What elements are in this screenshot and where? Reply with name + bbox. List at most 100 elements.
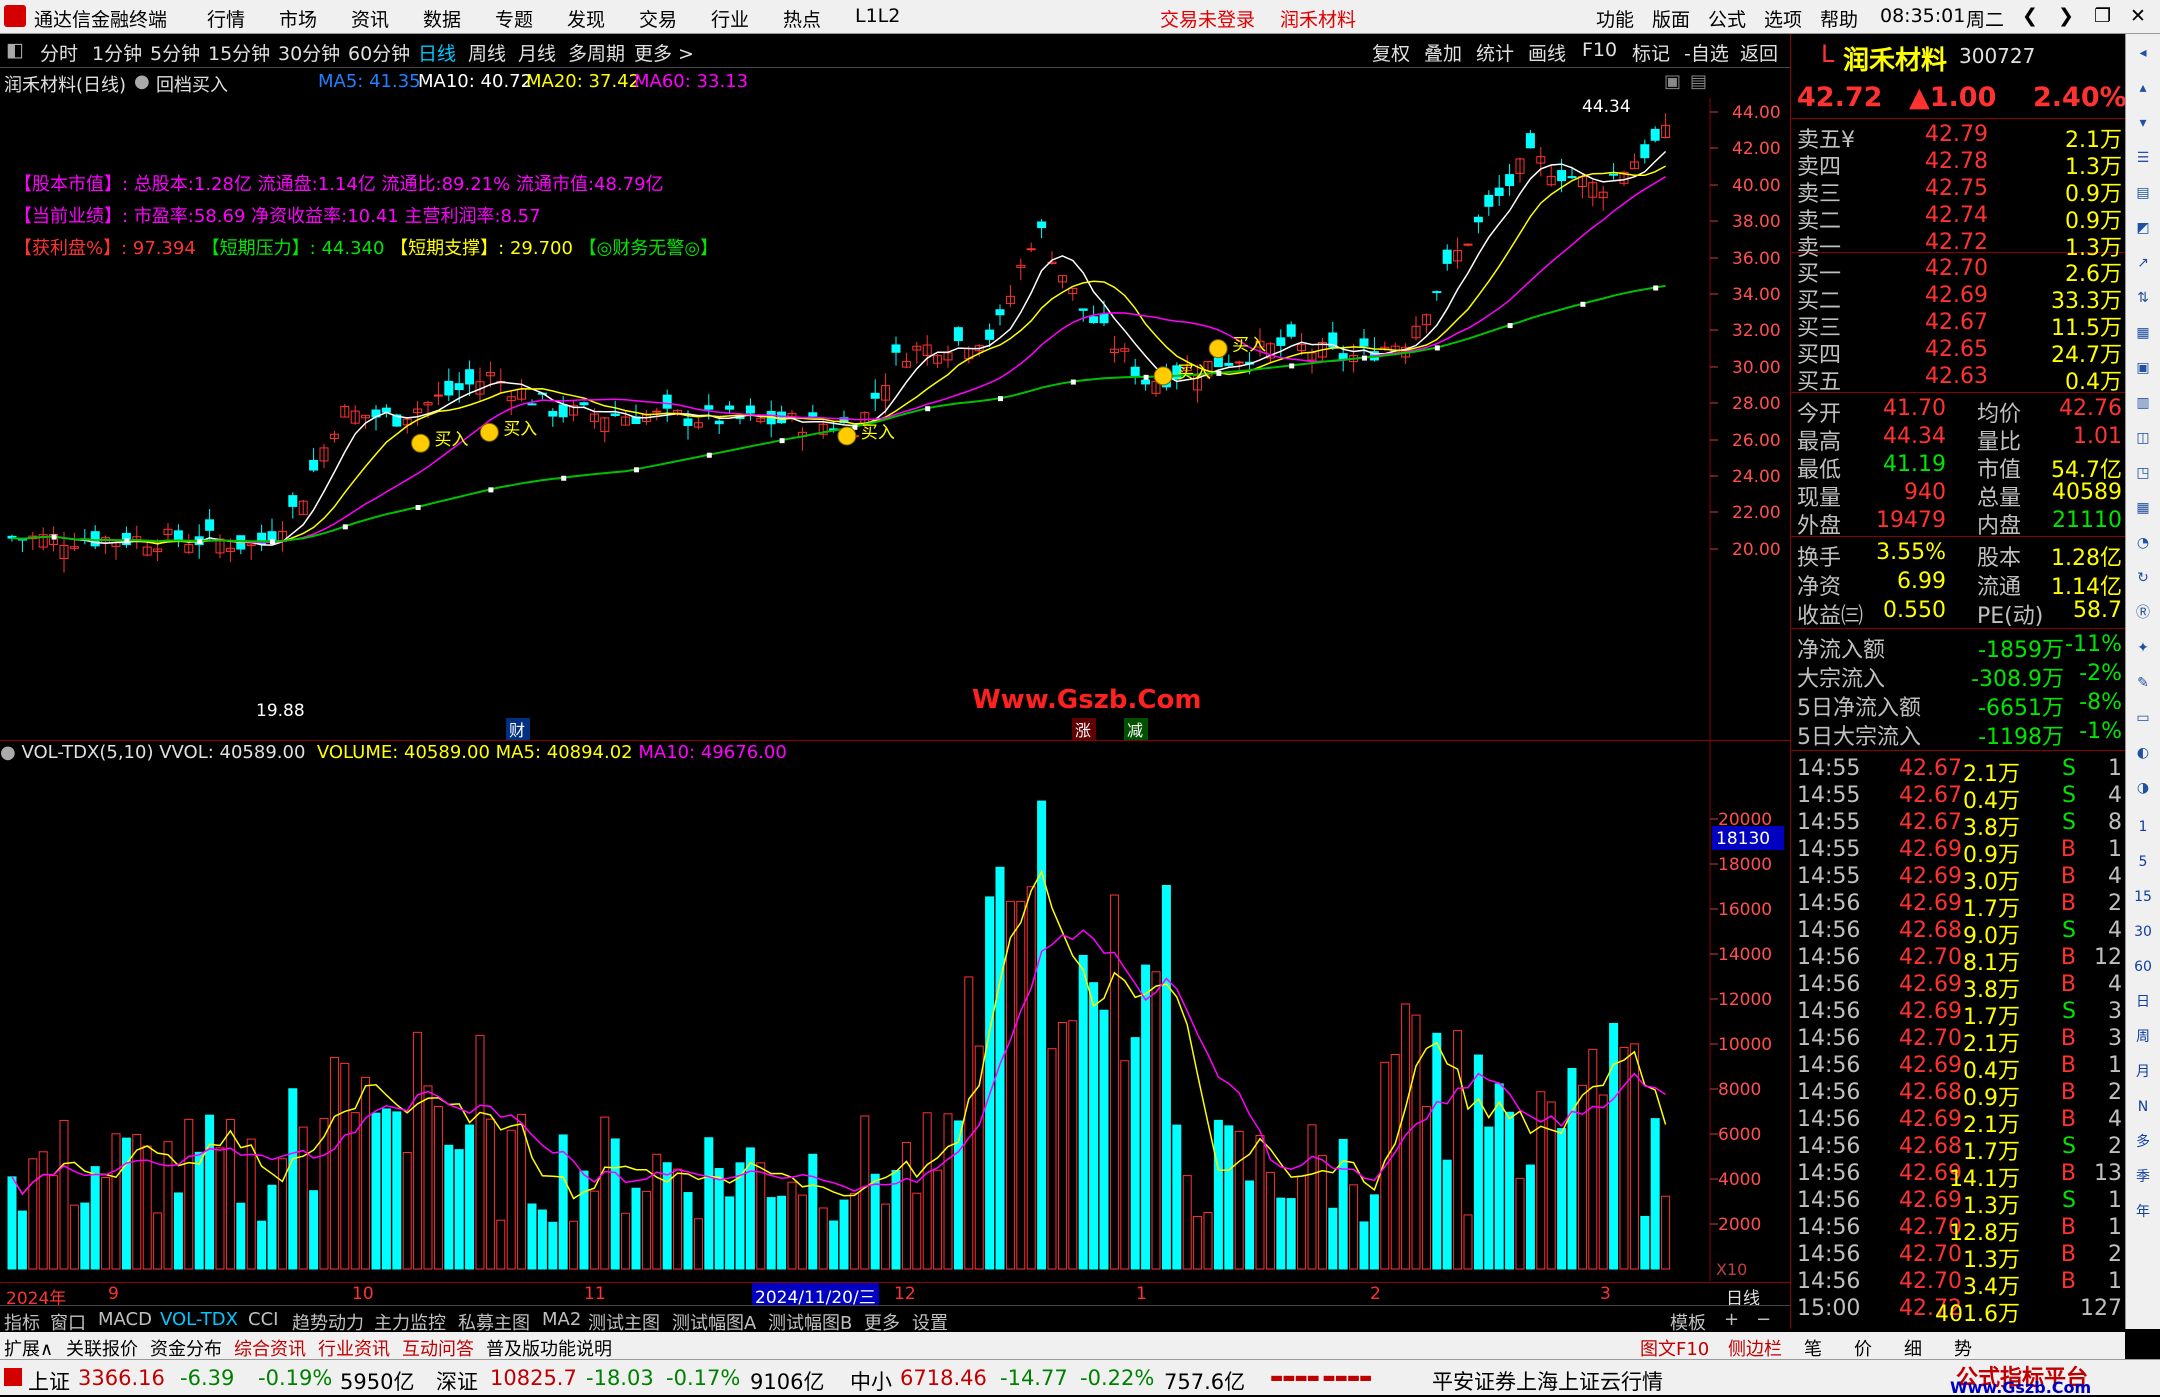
menu-l1l2[interactable]: L1L2 <box>855 5 900 27</box>
toolstrip-icon[interactable]: ◔ <box>2130 530 2156 556</box>
tool-f10[interactable]: F10 <box>1582 39 1617 61</box>
tick-row[interactable]: 14:55 42.69 3.0万 B 4 <box>1791 864 2126 895</box>
tool-zixuan[interactable]: -自选 <box>1684 39 1729 66</box>
toolstrip-icon[interactable]: ◂ <box>2130 40 2156 66</box>
tick-row[interactable]: 14:56 42.68 9.0万 S 4 <box>1791 918 2126 949</box>
trade-login-status[interactable]: 交易未登录 <box>1160 5 1255 32</box>
menu-zixun[interactable]: 资讯 <box>351 5 389 32</box>
tick-row[interactable]: 14:56 42.68 1.7万 S 2 <box>1791 1134 2126 1165</box>
zx-name[interactable]: 中小 <box>850 1366 892 1396</box>
menu-jiaoyi[interactable]: 交易 <box>639 5 677 32</box>
stat2-row[interactable]: 收益㈢ 0.550 PE(动) 58.7 <box>1791 598 2126 629</box>
toolstrip-icon[interactable]: ◩ <box>2130 215 2156 241</box>
formula-name[interactable]: 回档买入 <box>156 71 228 97</box>
period-shortcut[interactable]: 月 <box>2130 1059 2156 1085</box>
toolstrip-icon[interactable]: ⇅ <box>2130 285 2156 311</box>
tf-multi[interactable]: 多周期 <box>568 39 625 66</box>
ask-row[interactable]: 卖三 42.75 0.9万 <box>1791 176 2126 207</box>
toolstrip-icon[interactable]: ◳ <box>2130 460 2156 486</box>
menu-bangzhu[interactable]: 帮助 <box>1820 5 1858 32</box>
tf-more[interactable]: 更多 > <box>634 39 694 66</box>
ask-row[interactable]: 卖四 42.78 1.3万 <box>1791 149 2126 180</box>
marker-zhang[interactable]: 涨 <box>1075 721 1091 740</box>
buy-signal-icon[interactable] <box>1208 339 1228 359</box>
remove-pane-button[interactable]: − <box>1756 1309 1771 1330</box>
tf-weekly[interactable]: 周线 <box>468 39 506 66</box>
tab-extend[interactable]: 扩展∧ <box>4 1335 53 1361</box>
tf-monthly[interactable]: 月线 <box>518 39 556 66</box>
tick-row[interactable]: 14:56 42.70 2.1万 B 3 <box>1791 1026 2126 1057</box>
tick-row[interactable]: 14:56 42.69 1.7万 B 2 <box>1791 891 2126 922</box>
tick-row[interactable]: 14:56 42.70 8.1万 B 12 <box>1791 945 2126 976</box>
buy-signal-icon[interactable] <box>1153 366 1173 386</box>
tf-1min[interactable]: 1分钟 <box>92 39 142 66</box>
period-shortcut[interactable]: 15 <box>2130 884 2156 910</box>
bid-row[interactable]: 买五 42.63 0.4万 <box>1791 364 2126 395</box>
menu-banmian[interactable]: 版面 <box>1652 5 1690 32</box>
tab-guide[interactable]: 普及版功能说明 <box>486 1335 612 1361</box>
menu-faxian[interactable]: 发现 <box>567 5 605 32</box>
bid-row[interactable]: 买三 42.67 11.5万 <box>1791 310 2126 341</box>
tool-tongji[interactable]: 统计 <box>1476 39 1514 66</box>
buy-signal-icon[interactable] <box>479 422 499 442</box>
tool-biaoji[interactable]: 标记 <box>1632 39 1670 66</box>
stat-row[interactable]: 最低 41.19 市值 54.7亿 <box>1791 452 2126 483</box>
toolstrip-icon[interactable]: ▣ <box>2130 355 2156 381</box>
tab-related-quote[interactable]: 关联报价 <box>66 1335 138 1361</box>
period-shortcut[interactable]: 季 <box>2130 1164 2156 1190</box>
tick-row[interactable]: 14:56 42.69 0.4万 B 1 <box>1791 1053 2126 1084</box>
tick-row[interactable]: 14:56 42.69 2.1万 B 4 <box>1791 1107 2126 1138</box>
period-shortcut[interactable]: 60 <box>2130 954 2156 980</box>
tf-fenshi[interactable]: 分时 <box>40 39 78 66</box>
marker-cai[interactable]: 财 <box>509 721 525 740</box>
stat2-row[interactable]: 换手 3.55% 股本 1.28亿 <box>1791 540 2126 571</box>
tool-fuquan[interactable]: 复权 <box>1372 39 1410 66</box>
tab-industry-news[interactable]: 行业资讯 <box>318 1335 390 1361</box>
sh-name[interactable]: 上证 <box>28 1366 70 1396</box>
toolstrip-icon[interactable]: ▤ <box>2130 180 2156 206</box>
ask-row[interactable]: 卖五¥ 42.79 2.1万 <box>1791 122 2126 153</box>
tick-row[interactable]: 14:55 42.69 0.9万 B 1 <box>1791 837 2126 868</box>
flow-row[interactable]: 大宗流入 -308.9万 -2% <box>1791 661 2126 692</box>
toolstrip-icon[interactable]: ▴ <box>2130 75 2156 101</box>
bid-row[interactable]: 买四 42.65 24.7万 <box>1791 337 2126 368</box>
period-shortcut[interactable]: 周 <box>2130 1024 2156 1050</box>
tf-5min[interactable]: 5分钟 <box>150 39 200 66</box>
stat-row[interactable]: 外盘 19479 内盘 21110 <box>1791 508 2126 539</box>
flow-row[interactable]: 5日净流入额 -6651万 -8% <box>1791 690 2126 721</box>
tick-row[interactable]: 14:56 42.69 1.7万 S 3 <box>1791 999 2126 1030</box>
toolstrip-icon[interactable]: ✎ <box>2130 670 2156 696</box>
ask-row[interactable]: 卖二 42.74 0.9万 <box>1791 203 2126 234</box>
candlestick-chart[interactable]: 44.00 42.00 40.00 38.00 36.00 34.00 32.00 30.00… <box>0 98 1790 741</box>
period-shortcut[interactable]: 5 <box>2130 849 2156 875</box>
restore-window-icon[interactable]: ❐ <box>2094 5 2111 27</box>
chart-expand-icon[interactable]: ▤ <box>1690 71 1707 92</box>
tab-news[interactable]: 综合资讯 <box>234 1335 306 1361</box>
tf-30min[interactable]: 30分钟 <box>278 39 340 66</box>
toolstrip-icon[interactable]: ▥ <box>2130 390 2156 416</box>
forward-arrow-icon[interactable]: ❯ <box>2058 5 2074 27</box>
toolstrip-icon[interactable]: ↻ <box>2130 565 2156 591</box>
menu-hangye[interactable]: 行业 <box>711 5 749 32</box>
tab-f10-text[interactable]: 图文F10 <box>1640 1335 1709 1361</box>
tab-xi[interactable]: 细 <box>1904 1335 1922 1361</box>
toolstrip-icon[interactable]: ▾ <box>2130 110 2156 136</box>
toolstrip-icon[interactable]: ↗ <box>2130 250 2156 276</box>
tf-15min[interactable]: 15分钟 <box>208 39 270 66</box>
tf-daily[interactable]: 日线 <box>418 39 456 66</box>
menu-gongneng[interactable]: 功能 <box>1596 5 1634 32</box>
tab-ma2[interactable]: MA2 <box>542 1309 581 1330</box>
tool-diejia[interactable]: 叠加 <box>1424 39 1462 66</box>
chart-settings-icon[interactable]: ▣ <box>1664 71 1681 92</box>
toolstrip-icon[interactable]: ◑ <box>2130 775 2156 801</box>
stat2-row[interactable]: 净资 6.99 流通 1.14亿 <box>1791 569 2126 600</box>
tab-vol-tdx[interactable]: VOL-TDX <box>160 1309 238 1330</box>
tool-huaxian[interactable]: 画线 <box>1528 39 1566 66</box>
flow-row[interactable]: 5日大宗流入 -1198万 -1% <box>1791 719 2126 750</box>
toolstrip-icon[interactable]: ✦ <box>2130 635 2156 661</box>
panel-toggle-icon[interactable]: ◧ <box>6 39 24 61</box>
tick-row[interactable]: 14:55 42.67 0.4万 S 4 <box>1791 783 2126 814</box>
menu-zhuanti[interactable]: 专题 <box>495 5 533 32</box>
menu-redian[interactable]: 热点 <box>783 5 821 32</box>
tick-row[interactable]: 15:00 42.72 401.6万 127 <box>1791 1296 2126 1327</box>
